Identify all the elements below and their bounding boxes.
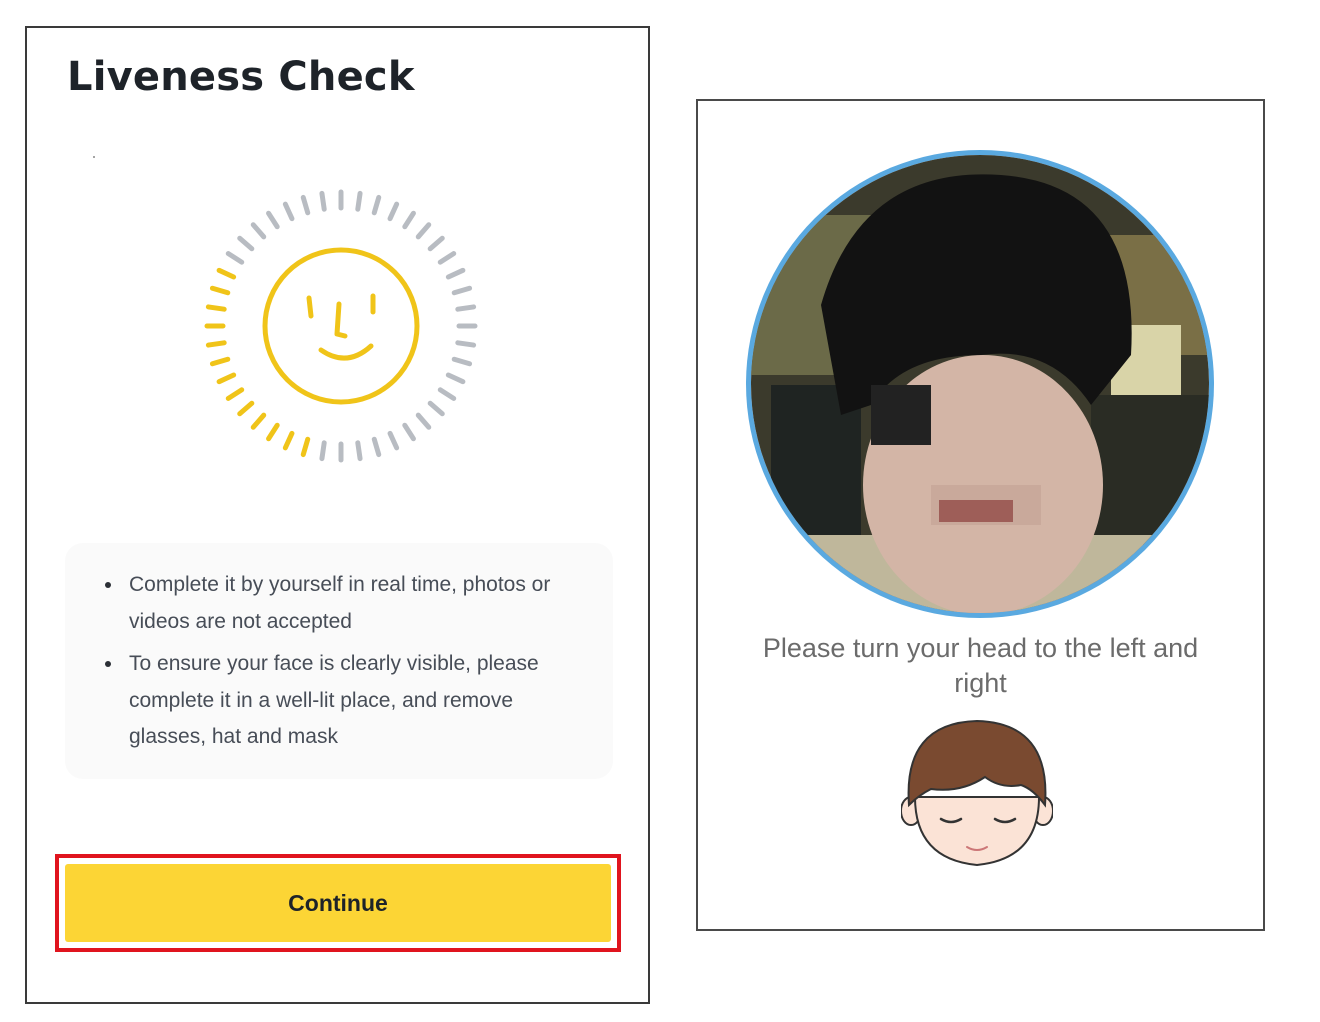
page-title: Liveness Check bbox=[67, 54, 415, 100]
instruction-item: Complete it by yourself in real time, ph… bbox=[105, 567, 583, 640]
scan-tick bbox=[371, 436, 382, 458]
scan-tick bbox=[282, 201, 295, 222]
scan-tick bbox=[387, 201, 400, 222]
scan-tick bbox=[455, 304, 477, 312]
face-scan-icon bbox=[201, 186, 481, 466]
scan-tick bbox=[371, 194, 382, 216]
scan-tick bbox=[415, 412, 432, 430]
scan-tick bbox=[209, 356, 231, 367]
scan-tick bbox=[250, 412, 267, 430]
scan-tick bbox=[319, 440, 327, 462]
scan-tick bbox=[445, 372, 466, 385]
instructions-list: Complete it by yourself in real time, ph… bbox=[105, 567, 583, 756]
camera-preview bbox=[751, 155, 1209, 613]
scan-tick bbox=[437, 251, 457, 265]
scan-tick bbox=[427, 235, 445, 252]
scan-tick bbox=[445, 267, 466, 280]
scan-tick bbox=[402, 210, 416, 230]
continue-button[interactable]: Continue bbox=[65, 864, 611, 942]
scan-tick bbox=[282, 430, 295, 451]
scan-tick bbox=[250, 222, 267, 240]
scan-tick bbox=[451, 285, 473, 296]
scan-tick bbox=[455, 340, 477, 348]
scan-tick bbox=[319, 190, 327, 212]
scan-tick bbox=[237, 235, 255, 252]
scan-tick bbox=[209, 285, 231, 296]
liveness-check-panel: Liveness Check Complete it by yourself i… bbox=[25, 26, 650, 1004]
scan-tick bbox=[355, 190, 363, 212]
scan-tick bbox=[300, 436, 311, 458]
scan-tick bbox=[427, 400, 445, 417]
instructions-box: Complete it by yourself in real time, ph… bbox=[65, 543, 613, 779]
scan-tick bbox=[216, 372, 237, 385]
scan-tick bbox=[225, 387, 245, 401]
scan-tick bbox=[205, 340, 227, 348]
scan-tick bbox=[216, 267, 237, 280]
scan-tick bbox=[451, 356, 473, 367]
scan-tick bbox=[300, 194, 311, 216]
scan-tick bbox=[402, 422, 416, 442]
scan-tick bbox=[266, 422, 280, 442]
scan-tick bbox=[225, 251, 245, 265]
head-turn-avatar-icon bbox=[900, 719, 1054, 869]
head-turn-panel: Please turn your head to the left and ri… bbox=[696, 99, 1265, 931]
scan-tick bbox=[355, 440, 363, 462]
stray-dot bbox=[93, 156, 95, 158]
scan-tick bbox=[387, 430, 400, 451]
scan-tick bbox=[237, 400, 255, 417]
scan-tick bbox=[415, 222, 432, 240]
head-turn-instruction: Please turn your head to the left and ri… bbox=[762, 633, 1199, 698]
scan-tick bbox=[205, 304, 227, 312]
scan-tick bbox=[266, 210, 280, 230]
continue-highlight: Continue bbox=[55, 854, 621, 952]
instruction-item: To ensure your face is clearly visible, … bbox=[105, 646, 583, 756]
scan-tick bbox=[437, 387, 457, 401]
